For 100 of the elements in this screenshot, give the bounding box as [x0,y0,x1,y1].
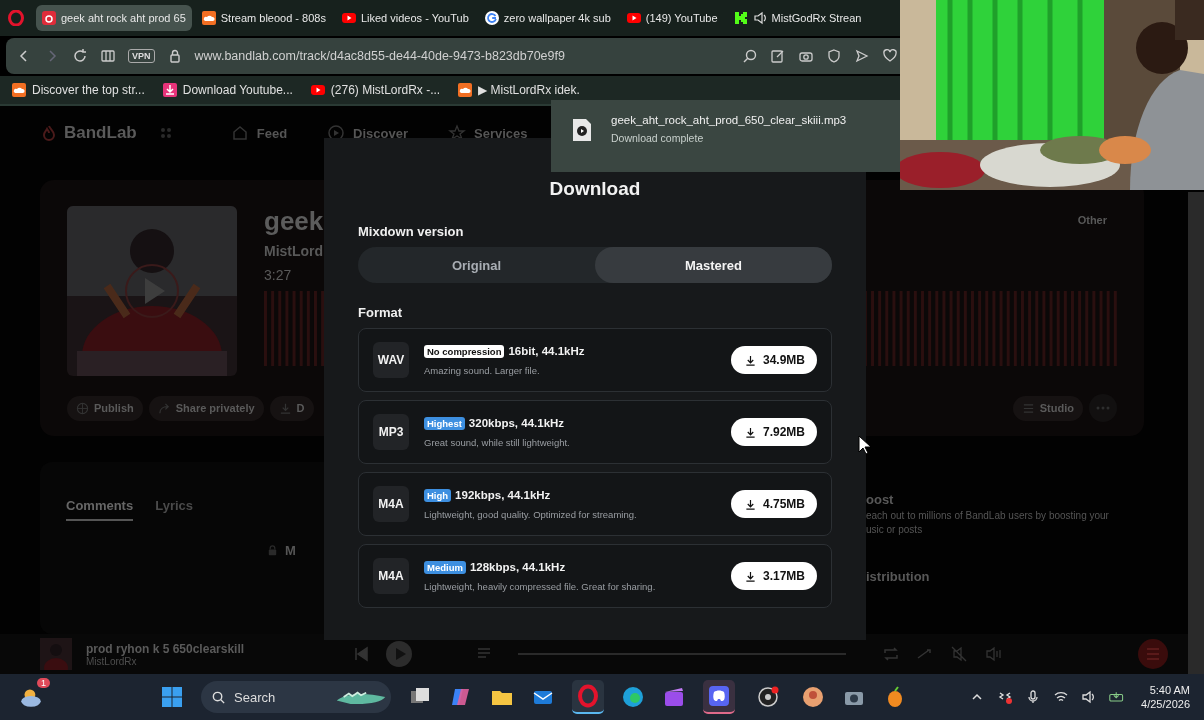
download-button[interactable]: 3.17MB [730,562,817,590]
kick-icon [733,11,748,25]
format-option[interactable]: WAV No compression 16bit, 44.1kHz Amazing sound. Larger file. 34.9MB [358,328,832,392]
browser-tab[interactable]: (149) YouTube [620,5,724,31]
sidebar-icon[interactable] [100,48,116,64]
clapperboard-icon[interactable] [662,685,686,709]
vpn-badge[interactable]: VPN [128,49,155,63]
search-icon[interactable] [742,48,758,64]
section-label: Mixdown version [358,224,465,239]
google-icon [484,11,499,25]
format-tag: MP3 [373,414,409,450]
flame-logo-icon [40,124,58,142]
section-label: Format [358,305,404,320]
browser-tab[interactable]: MistGodRx Strean [727,5,868,31]
speaker-icon[interactable] [752,11,767,25]
format-spec: 16bit, 44.1kHz [508,345,585,357]
browser-logo-icon[interactable] [576,684,600,708]
download-icon [278,401,292,415]
download-icon [744,426,756,438]
format-option[interactable]: M4A Medium 128kbps, 44.1kHz Lightweight, heavily compressed file. Great for sharing. 3.17MB [358,544,832,608]
download-icon [744,570,756,582]
format-description: Amazing sound. Larger file. [424,364,541,376]
comments-tab[interactable]: Comments [66,498,134,521]
quality-badge: Medium [424,560,466,574]
artist-name: MistLordRx [86,655,137,667]
download-button[interactable]: 4.75MB [730,490,817,518]
version-option[interactable]: Original [358,247,595,283]
windows-icon[interactable] [160,685,184,709]
globe-icon [76,401,89,415]
sliders-icon [1021,401,1035,415]
browser-tab[interactable]: zero wallpaper 4k sub [478,5,617,31]
youtube-icon [341,11,356,25]
download-icon [744,498,756,510]
browser-tab[interactable]: Stream bleood - 808s [195,5,332,31]
search-field[interactable]: Search [201,681,391,713]
logo-text: BandLab [64,123,137,143]
format-spec: 192kbps, 44.1kHz [455,489,551,501]
edit-icon[interactable] [770,48,786,64]
shield-icon[interactable] [826,48,842,64]
download-icon [744,354,756,366]
track-title: geek [264,206,324,237]
format-tag: M4A [373,558,409,594]
download-notification[interactable]: geek_aht_rock_aht_prod_650_clear_skiii.mp3 Download complete [551,100,900,172]
promo-title: istribution [866,569,931,584]
home-icon [230,124,249,142]
audio-file-icon [571,118,593,142]
promo-text: usic or posts [866,524,924,535]
artist-name: MistLord [264,243,324,259]
clock-time[interactable]: 5:40 AM [1149,684,1190,696]
discord-icon[interactable] [707,684,731,708]
promo-title: oost [866,492,895,507]
format-description: Great sound, while still lightweight. [424,436,571,448]
url-field[interactable]: www.bandlab.com/track/d4ac8d55-de44-40de-9473-b823db70e9f9 [194,49,565,63]
promo-text: each out to millions of BandLab users by boosting your [866,510,1110,521]
duration-text: 3:27 [264,267,292,283]
bookmark[interactable]: Download Youtube... [162,83,293,97]
bookmark[interactable]: (276) MistLordRx -... [310,83,441,97]
genre-label: Other [1077,214,1107,226]
edge-icon[interactable] [621,685,645,709]
dialog-title: Download [548,178,642,200]
format-tag: WAV [373,342,409,378]
format-spec: 128kbps, 44.1kHz [469,561,566,573]
youtube-icon [626,11,641,25]
download-button[interactable]: 7.92MB [730,418,817,446]
reload-icon[interactable] [72,48,88,64]
format-tag: M4A [373,486,409,522]
soundcloud-icon [458,83,473,97]
clock-date[interactable]: 4/25/2026 [1141,698,1190,710]
format-spec: 320kbps, 44.1kHz [468,417,565,429]
download-status: Download complete [611,132,705,144]
cursor-icon [858,435,872,455]
browser-tab[interactable]: Liked videos - YouTub [335,5,475,31]
browser-tab[interactable]: geek aht rock aht prod 65 [36,5,192,31]
soundcloud-icon [201,11,216,25]
track-title: prod ryhon k 5 650clearskill [86,641,246,656]
download-button[interactable]: 34.9MB [730,346,817,374]
notification-badge: 1 [37,678,50,688]
format-option[interactable]: M4A High 192kbps, 44.1kHz Lightweight, good quality. Optimized for streaming. 4.75MB [358,472,832,536]
lock-icon [266,544,279,557]
format-description: Lightweight, heavily compressed file. Great for sharing. [424,580,657,592]
send-icon[interactable] [854,48,870,64]
youtube-icon [310,83,325,97]
battery-icon[interactable] [1109,689,1126,705]
bookmark[interactable]: ▶ MistLordRx idek. [458,83,580,97]
quality-badge: No compression [424,344,505,358]
bookmark[interactable]: Discover the top str... [12,83,145,97]
format-description: Lightweight, good quality. Optimized for streaming. [424,508,638,520]
scrollbar[interactable] [1188,192,1204,674]
record-icon[interactable] [756,685,780,709]
browser-logo-icon[interactable] [8,10,24,26]
download-icon [162,83,177,97]
quality-badge: High [424,488,452,502]
quality-badge: Highest [424,416,465,430]
bandlab-icon [42,11,56,25]
soundcloud-icon [12,83,26,97]
version-option[interactable]: Mastered [595,247,832,283]
heart-icon[interactable] [882,48,898,64]
file-name: geek_aht_rock_aht_prod_650_clear_skiii.mp3 [611,114,847,126]
format-option[interactable]: MP3 Highest 320kbps, 44.1kHz Great sound, while still lightweight. 7.92MB [358,400,832,464]
search-icon [211,689,226,705]
